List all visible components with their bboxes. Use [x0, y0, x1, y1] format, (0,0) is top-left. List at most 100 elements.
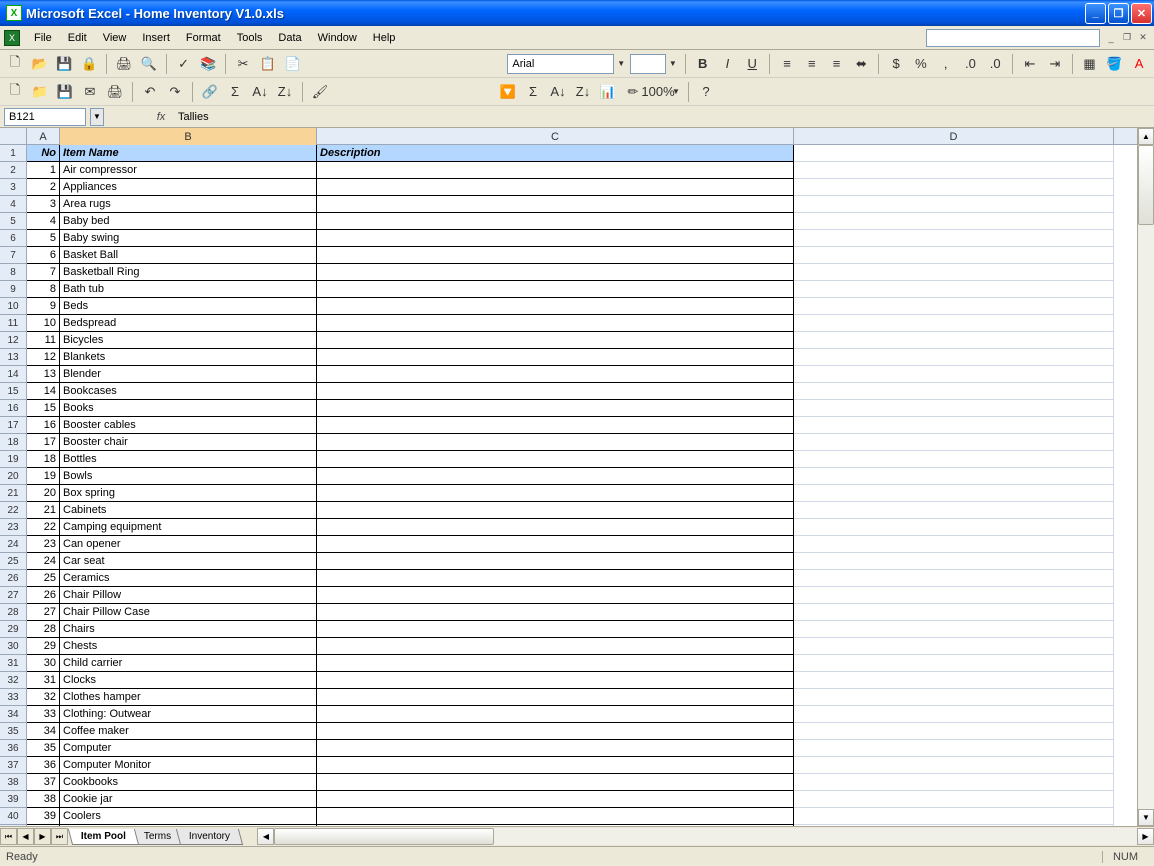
cell-no-12[interactable]: 11 [27, 332, 60, 349]
row-header-29[interactable]: 29 [0, 621, 27, 638]
cell-name-35[interactable]: Coffee maker [60, 723, 317, 740]
row-header-32[interactable]: 32 [0, 672, 27, 689]
cell-name-22[interactable]: Cabinets [60, 502, 317, 519]
cell-no-39[interactable]: 38 [27, 791, 60, 808]
italic-button[interactable]: I [717, 53, 739, 75]
redo-button[interactable]: ↷ [164, 81, 186, 103]
row-header-27[interactable]: 27 [0, 587, 27, 604]
cell-name-24[interactable]: Can opener [60, 536, 317, 553]
cell-d-2[interactable] [794, 162, 1114, 179]
cell-no-7[interactable]: 6 [27, 247, 60, 264]
sheet-tab-inventory[interactable]: Inventory [176, 829, 243, 845]
tab-nav-next-button[interactable]: ▶ [34, 828, 51, 845]
cell-name-3[interactable]: Appliances [60, 179, 317, 196]
cell-no-16[interactable]: 15 [27, 400, 60, 417]
cell-d-22[interactable] [794, 502, 1114, 519]
cell-name-39[interactable]: Cookie jar [60, 791, 317, 808]
cell-no-32[interactable]: 31 [27, 672, 60, 689]
cell-desc-17[interactable] [317, 417, 794, 434]
font-size-combo[interactable] [630, 54, 666, 74]
hyperlink-button[interactable]: 🔗 [199, 81, 221, 103]
row-header-11[interactable]: 11 [0, 315, 27, 332]
cell-no-5[interactable]: 4 [27, 213, 60, 230]
cut-button[interactable]: ✂ [232, 53, 254, 75]
borders-button[interactable]: ▦ [1079, 53, 1101, 75]
menu-data[interactable]: Data [270, 29, 309, 47]
cell-d-21[interactable] [794, 485, 1114, 502]
row-header-1[interactable]: 1 [0, 145, 27, 162]
cell-name-20[interactable]: Bowls [60, 468, 317, 485]
row-header-15[interactable]: 15 [0, 383, 27, 400]
row-header-35[interactable]: 35 [0, 723, 27, 740]
row-header-41[interactable]: 41 [0, 825, 27, 826]
row-header-6[interactable]: 6 [0, 230, 27, 247]
row-header-30[interactable]: 30 [0, 638, 27, 655]
doc-restore-button[interactable]: ❐ [1120, 31, 1134, 45]
align-right-button[interactable]: ≡ [826, 53, 848, 75]
cell-name-31[interactable]: Child carrier [60, 655, 317, 672]
row-header-34[interactable]: 34 [0, 706, 27, 723]
cell-desc-4[interactable] [317, 196, 794, 213]
cell-no-26[interactable]: 25 [27, 570, 60, 587]
copy-button[interactable]: 📋 [257, 53, 279, 75]
spelling-button[interactable]: ✓ [173, 53, 195, 75]
cell-d-25[interactable] [794, 553, 1114, 570]
sort-asc-button[interactable]: A↓ [249, 81, 271, 103]
column-header-d[interactable]: D [794, 128, 1114, 145]
row-header-17[interactable]: 17 [0, 417, 27, 434]
cell-d-15[interactable] [794, 383, 1114, 400]
cell-d-37[interactable] [794, 757, 1114, 774]
cell-name-10[interactable]: Beds [60, 298, 317, 315]
cell-name-6[interactable]: Baby swing [60, 230, 317, 247]
increase-indent-button[interactable]: ⇥ [1044, 53, 1066, 75]
header-no[interactable]: No [27, 145, 60, 162]
row-header-14[interactable]: 14 [0, 366, 27, 383]
row-header-22[interactable]: 22 [0, 502, 27, 519]
cell-desc-25[interactable] [317, 553, 794, 570]
comma-button[interactable]: , [935, 53, 957, 75]
cell-name-30[interactable]: Chests [60, 638, 317, 655]
cell-desc-2[interactable] [317, 162, 794, 179]
cell-d-30[interactable] [794, 638, 1114, 655]
cell-name-8[interactable]: Basketball Ring [60, 264, 317, 281]
cell-desc-6[interactable] [317, 230, 794, 247]
menu-format[interactable]: Format [178, 29, 229, 47]
cell-no-4[interactable]: 3 [27, 196, 60, 213]
cell-desc-12[interactable] [317, 332, 794, 349]
cell-no-40[interactable]: 39 [27, 808, 60, 825]
row-header-23[interactable]: 23 [0, 519, 27, 536]
open-button[interactable]: 📂 [29, 53, 51, 75]
menu-window[interactable]: Window [310, 29, 365, 47]
doc-close-button[interactable]: ✕ [1136, 31, 1150, 45]
cell-no-19[interactable]: 18 [27, 451, 60, 468]
email-button[interactable]: ✉ [79, 81, 101, 103]
cell-no-11[interactable]: 10 [27, 315, 60, 332]
cell-desc-41[interactable] [317, 825, 794, 826]
menu-insert[interactable]: Insert [134, 29, 178, 47]
cell-name-37[interactable]: Computer Monitor [60, 757, 317, 774]
formula-input[interactable]: Tallies [174, 111, 1150, 123]
cell-desc-27[interactable] [317, 587, 794, 604]
tab-nav-prev-button[interactable]: ◀ [17, 828, 34, 845]
cell-no-22[interactable]: 21 [27, 502, 60, 519]
cell-d1[interactable] [794, 145, 1114, 162]
maximize-button[interactable]: ❐ [1108, 3, 1129, 24]
cell-no-18[interactable]: 17 [27, 434, 60, 451]
cell-desc-38[interactable] [317, 774, 794, 791]
decrease-indent-button[interactable]: ⇤ [1019, 53, 1041, 75]
paste-button[interactable]: 📄 [282, 53, 304, 75]
zoom-combo[interactable]: 100% [647, 81, 669, 103]
sort-button[interactable]: A↓ [547, 81, 569, 103]
row-header-10[interactable]: 10 [0, 298, 27, 315]
cell-d-34[interactable] [794, 706, 1114, 723]
cell-desc-9[interactable] [317, 281, 794, 298]
cell-desc-8[interactable] [317, 264, 794, 281]
h-scroll-track[interactable] [274, 828, 1137, 845]
cell-name-18[interactable]: Booster chair [60, 434, 317, 451]
cell-desc-36[interactable] [317, 740, 794, 757]
cell-no-17[interactable]: 16 [27, 417, 60, 434]
close-button[interactable]: ✕ [1131, 3, 1152, 24]
cell-d-31[interactable] [794, 655, 1114, 672]
print-button2[interactable]: 🖨 [104, 81, 126, 103]
cell-desc-7[interactable] [317, 247, 794, 264]
